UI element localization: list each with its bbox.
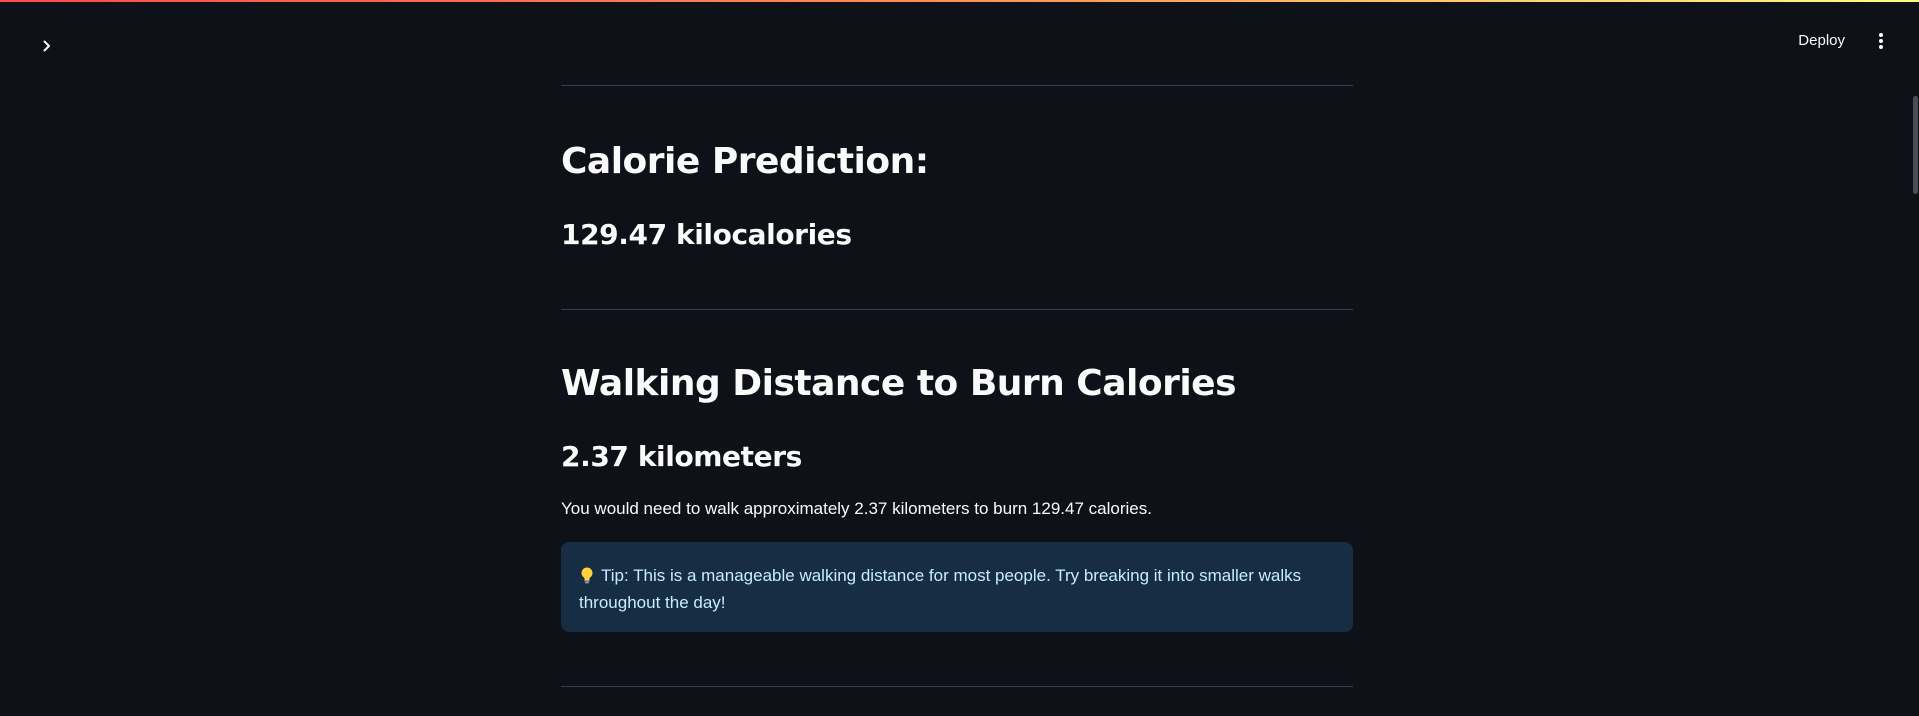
app-toolbar: Deploy — [1790, 28, 1891, 53]
scrollbar-thumb[interactable] — [1913, 96, 1918, 194]
calorie-prediction-value: 129.47 kilocalories — [561, 218, 852, 251]
tip-info-box: Tip: This is a manageable walking distan… — [561, 542, 1353, 632]
divider-top — [561, 85, 1353, 86]
main-menu-button[interactable] — [1871, 29, 1891, 53]
more-vertical-icon — [1879, 32, 1883, 49]
calorie-prediction-heading: Calorie Prediction: — [561, 141, 929, 182]
page-scrollbar[interactable] — [1911, 0, 1919, 716]
tip-text-line-2: throughout the day! — [579, 593, 726, 612]
divider-bottom — [561, 686, 1353, 687]
tip-text-line-1: Tip: This is a manageable walking distan… — [601, 566, 1302, 585]
walking-distance-value: 2.37 kilometers — [561, 440, 802, 473]
chevron-right-icon — [43, 40, 50, 52]
header-decoration-bar — [0, 0, 1919, 2]
walking-distance-description: You would need to walk approximately 2.3… — [561, 499, 1152, 518]
divider-middle — [561, 309, 1353, 310]
deploy-button[interactable]: Deploy — [1790, 28, 1853, 53]
light-bulb-icon — [581, 567, 593, 584]
sidebar-expand-button[interactable] — [34, 33, 60, 59]
walking-distance-heading: Walking Distance to Burn Calories — [561, 363, 1237, 404]
